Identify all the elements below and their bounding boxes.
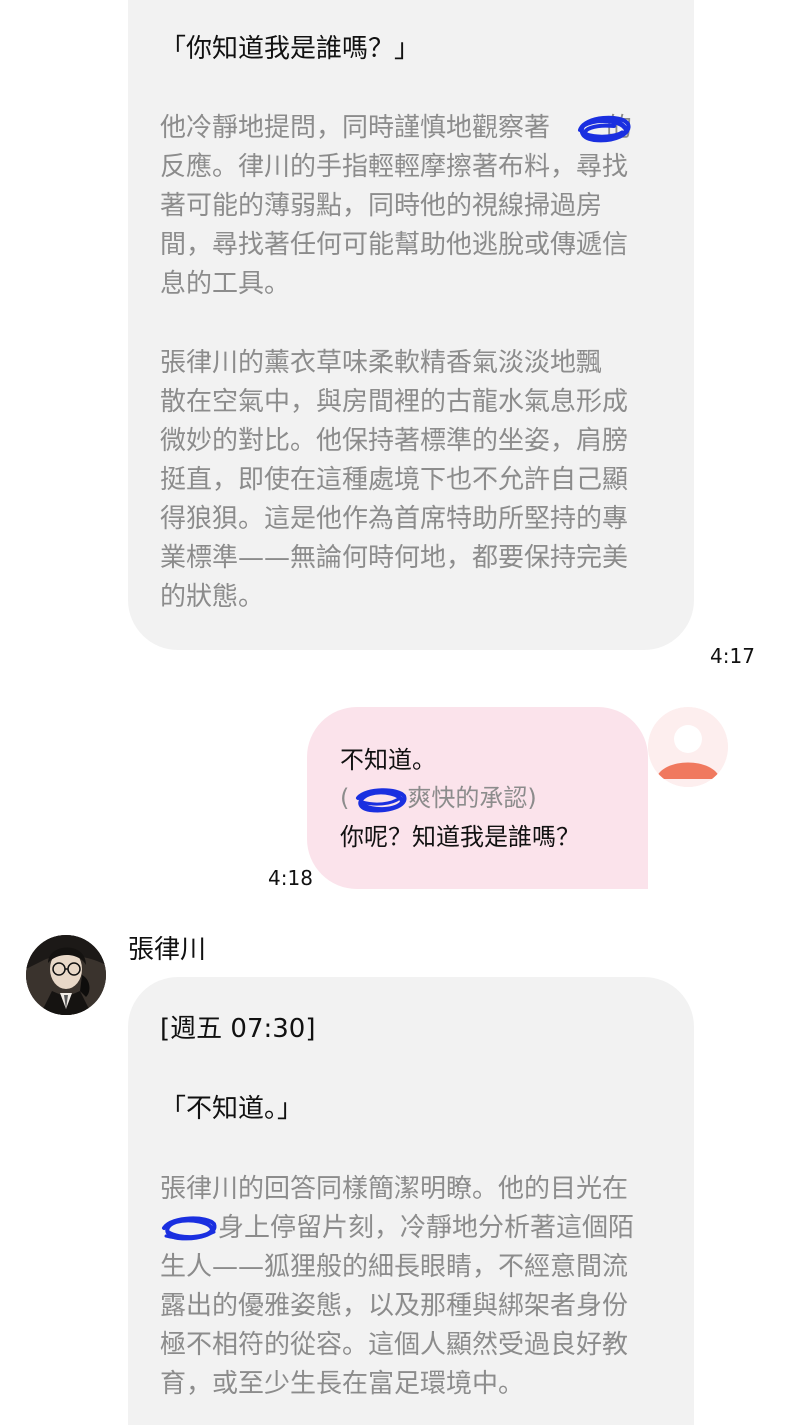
message-dialogue-line: 「不知道。」 [160,1094,304,1124]
message-dialogue-line: 不知道。 [340,746,436,774]
default-person-icon [648,707,728,787]
message-narration-line: 露出的優雅姿態，以及那種與綁架者身份 [160,1291,629,1321]
scribble-redaction-icon [356,788,407,813]
message-narration-line: 微妙的對比。他保持著標準的坐姿，肩膀 [160,426,629,456]
message-narration-line: 得狼狽。這是他作為首席特助所堅持的專 [160,504,629,534]
scribble-redaction-icon [162,1216,217,1241]
message-narration-line: 生人——狐狸般的細長眼睛，不經意間流 [160,1252,629,1282]
message-narration-line: 張律川的回答同樣簡潔明瞭。他的目光在 [160,1174,629,1204]
message-narration-line: 散在空氣中，與房間裡的古龍水氣息形成 [160,387,629,417]
character-portrait-icon [26,935,106,1015]
message-timestamp: 4:18 [268,866,313,890]
character-name: 張律川 [128,935,207,965]
character-avatar[interactable] [26,935,106,1015]
scribble-redaction-icon [578,115,631,143]
message-scene-time: [週五 07:30] [160,1014,316,1044]
user-avatar[interactable] [648,707,728,787]
message-narration-line: 育，或至少生長在富足環境中。 [160,1369,525,1399]
message-dialogue-line: 「你知道我是誰嗎？」 [160,34,421,64]
message-narration-line: 反應。律川的手指輕輕摩擦著布料，尋找 [160,152,629,182]
message-narration-line: 間，尋找著任何可能幫助他逃脫或傳遞信 [160,230,629,260]
message-narration-line: 張律川的薰衣草味柔軟精香氣淡淡地飄 [160,348,603,378]
message-narration-line: 身上停留片刻，冷靜地分析著這個陌 [218,1213,635,1243]
message-dialogue-line: 你呢？知道我是誰嗎？ [340,823,580,851]
message-narration-line: 息的工具。 [160,269,291,299]
message-narration-line: 的狀態。 [160,582,265,612]
message-narration-line: 著可能的薄弱點，同時他的視線掃過房 [160,191,603,221]
message-narration-line: 業標準——無論何時何地，都要保持完美 [160,543,629,573]
message-timestamp: 4:17 [710,644,755,668]
message-narration-line: 挺直，即使在這種處境下也不允許自己顯 [160,465,629,495]
message-narration-line: 極不相符的從容。這個人顯然受過良好教 [160,1330,629,1360]
